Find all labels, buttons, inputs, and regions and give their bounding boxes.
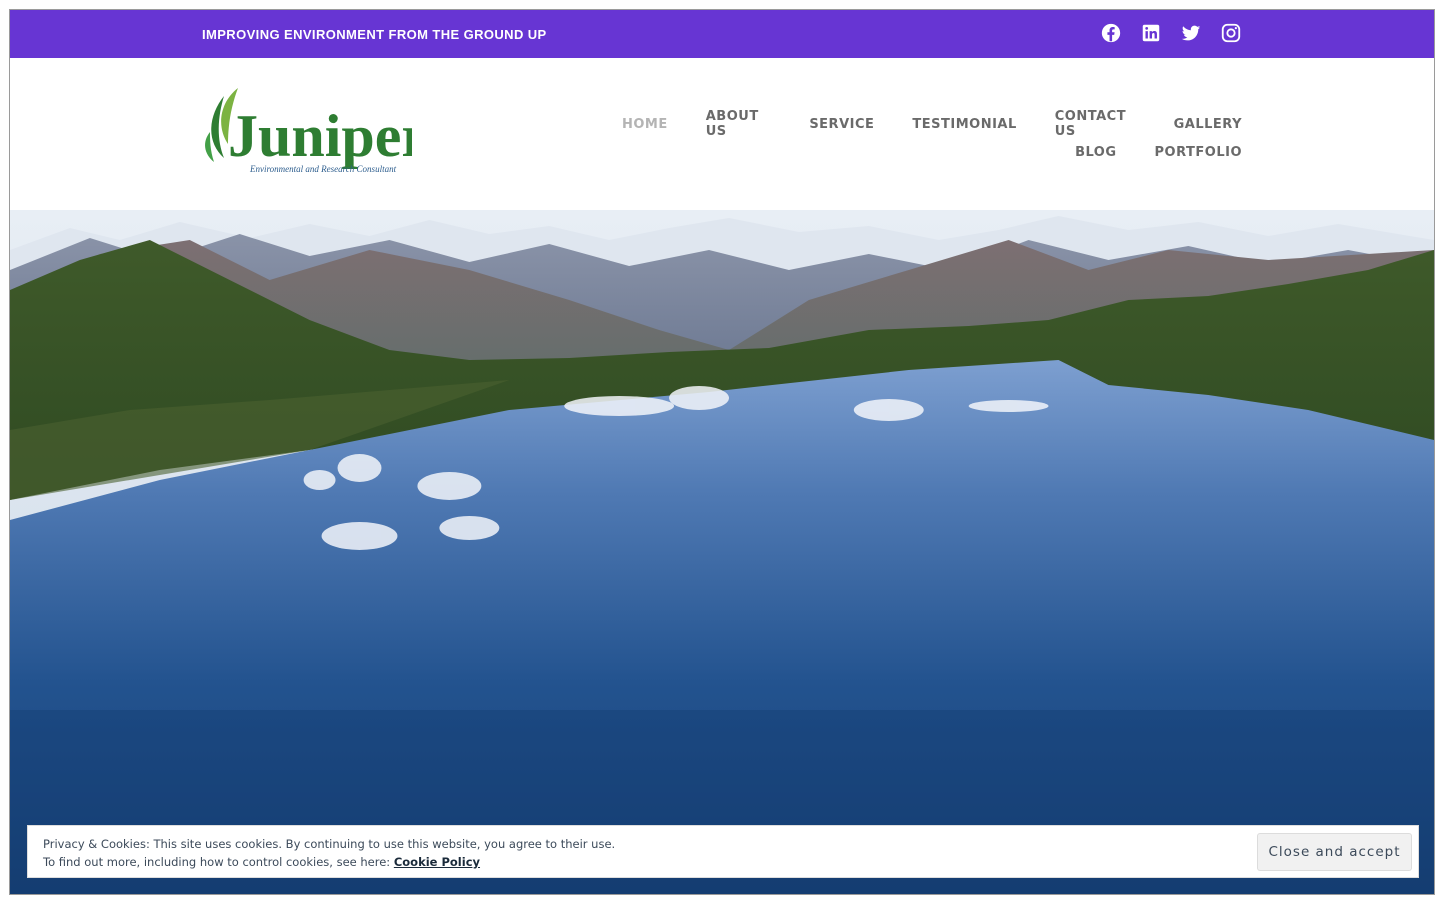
facebook-icon[interactable] [1100, 22, 1122, 44]
logo-subtitle: Environmental and Research Consultant [249, 164, 397, 174]
nav-row-2: BLOG PORTFOLIO [622, 138, 1242, 166]
cookie-notice: Privacy & Cookies: This site uses cookie… [43, 837, 616, 851]
close-and-accept-button[interactable]: Close and accept [1257, 833, 1412, 871]
nav-gallery[interactable]: GALLERY [1174, 117, 1242, 132]
nav-about-us[interactable]: ABOUT US [706, 109, 772, 139]
nav-row-1: HOME ABOUT US SERVICE TESTIMONIAL CONTAC… [622, 109, 1242, 139]
cookie-text: Privacy & Cookies: This site uses cookie… [43, 835, 615, 871]
cookie-more-info: To find out more, including how to contr… [43, 853, 615, 871]
site-tagline: IMPROVING ENVIRONMENT FROM THE GROUND UP [202, 27, 547, 42]
site-header: Juniper Environmental and Research Consu… [10, 58, 1434, 210]
site-logo[interactable]: Juniper Environmental and Research Consu… [202, 86, 428, 178]
hero-image [10, 210, 1434, 894]
linkedin-icon[interactable] [1140, 22, 1162, 44]
social-links [1100, 22, 1242, 44]
instagram-icon[interactable] [1220, 22, 1242, 44]
nav-portfolio[interactable]: PORTFOLIO [1155, 145, 1242, 160]
nav-contact-us[interactable]: CONTACT US [1055, 109, 1136, 139]
nav-testimonial[interactable]: TESTIMONIAL [912, 117, 1016, 132]
logo-wordmark: Juniper [228, 103, 412, 169]
twitter-icon[interactable] [1180, 22, 1202, 44]
cookie-more-prefix: To find out more, including how to contr… [43, 855, 394, 869]
cookie-banner: Privacy & Cookies: This site uses cookie… [27, 825, 1419, 878]
nav-service[interactable]: SERVICE [809, 117, 874, 132]
mountain-lake-landscape [10, 210, 1434, 894]
nav-home[interactable]: HOME [622, 117, 668, 132]
nav-blog[interactable]: BLOG [1075, 145, 1116, 160]
main-nav: HOME ABOUT US SERVICE TESTIMONIAL CONTAC… [622, 109, 1242, 166]
cookie-policy-link[interactable]: Cookie Policy [394, 855, 480, 869]
page-frame: IMPROVING ENVIRONMENT FROM THE GROUND UP [9, 9, 1435, 895]
top-bar: IMPROVING ENVIRONMENT FROM THE GROUND UP [10, 10, 1434, 58]
